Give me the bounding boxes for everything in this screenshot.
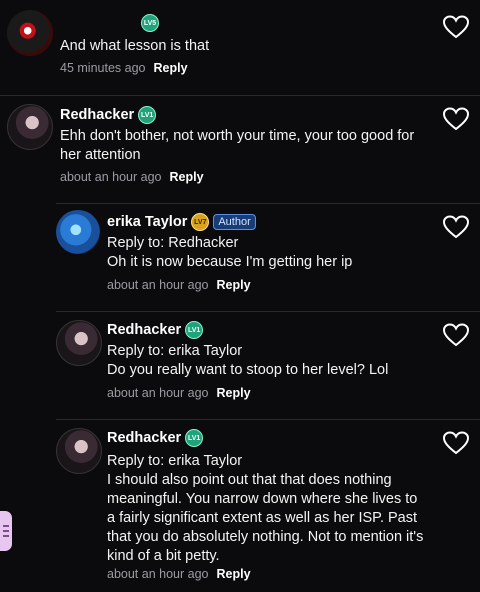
avatar[interactable] bbox=[56, 210, 100, 254]
level-badge: LV7 bbox=[191, 213, 210, 231]
comment-text: Ehh don't bother, not worth your time, y… bbox=[60, 128, 415, 163]
comment-meta: 45 minutes ago Reply bbox=[60, 61, 188, 75]
reply-button[interactable]: Reply bbox=[153, 61, 187, 75]
avatar[interactable] bbox=[56, 428, 102, 474]
comment-meta: about an hour ago Reply bbox=[107, 386, 251, 400]
level-badge: LV5 bbox=[141, 14, 159, 32]
comment-text: Do you really want to stoop to her level… bbox=[107, 362, 389, 378]
username-row: Redhacker LV1 bbox=[107, 429, 204, 447]
heart-icon[interactable] bbox=[443, 107, 469, 131]
comment-item: Redhacker LV1 Ehh don't bother, not wort… bbox=[0, 96, 480, 203]
level-badge: LV1 bbox=[138, 106, 157, 124]
reply-button[interactable]: Reply bbox=[216, 278, 250, 292]
level-badge: LV1 bbox=[185, 429, 204, 447]
username[interactable]: Redhacker bbox=[107, 430, 181, 446]
username[interactable]: Redhacker bbox=[60, 107, 134, 123]
username[interactable]: Redhacker bbox=[107, 322, 181, 338]
author-badge: Author bbox=[213, 214, 256, 230]
comment-time: about an hour ago bbox=[107, 278, 209, 292]
comment-meta: about an hour ago Reply bbox=[107, 278, 251, 292]
username-row: erika Taylor LV7 Author bbox=[107, 213, 256, 231]
comment-time: about an hour ago bbox=[60, 170, 162, 184]
heart-icon[interactable] bbox=[443, 323, 469, 347]
comment-item: erika Taylor LV7 Author Reply to: Redhac… bbox=[0, 204, 480, 311]
heart-icon[interactable] bbox=[443, 15, 469, 39]
level-badge: LV1 bbox=[185, 321, 204, 339]
username-row: Redhacker LV1 bbox=[107, 321, 204, 339]
reply-button[interactable]: Reply bbox=[216, 386, 250, 400]
avatar[interactable] bbox=[56, 320, 102, 366]
comment-text: Oh it is now because I'm getting her ip bbox=[107, 254, 353, 270]
comment-time: 45 minutes ago bbox=[60, 61, 146, 75]
reply-to-label: Reply to: erika Taylor bbox=[107, 343, 243, 359]
comment-item: Redhacker LV1 Reply to: erika Taylor I s… bbox=[0, 420, 480, 592]
menu-line bbox=[3, 530, 9, 532]
comment-item: Redhacker LV1 Reply to: erika Taylor Do … bbox=[0, 312, 480, 419]
reply-to-label: Reply to: erika Taylor bbox=[107, 453, 243, 469]
reply-button[interactable]: Reply bbox=[169, 170, 203, 184]
avatar[interactable] bbox=[7, 104, 53, 150]
username[interactable]: erika Taylor bbox=[107, 214, 187, 230]
heart-icon[interactable] bbox=[443, 215, 469, 239]
comment-time: about an hour ago bbox=[107, 386, 209, 400]
reply-button[interactable]: Reply bbox=[216, 567, 250, 581]
comment-text: And what lesson is that bbox=[60, 38, 210, 54]
comment-meta: about an hour ago Reply bbox=[60, 170, 204, 184]
username-row: Redhacker LV1 bbox=[60, 106, 157, 124]
reply-to-label: Reply to: Redhacker bbox=[107, 235, 239, 251]
comment-meta: about an hour ago Reply bbox=[107, 567, 251, 581]
heart-icon[interactable] bbox=[443, 431, 469, 455]
menu-line bbox=[3, 535, 9, 537]
avatar[interactable] bbox=[7, 10, 53, 56]
menu-tab-icon[interactable] bbox=[0, 511, 12, 551]
comment-time: about an hour ago bbox=[107, 567, 209, 581]
comment-item: LV5 And what lesson is that 45 minutes a… bbox=[0, 0, 480, 95]
comment-text: I should also point out that that does n… bbox=[107, 472, 424, 564]
menu-line bbox=[3, 525, 9, 527]
